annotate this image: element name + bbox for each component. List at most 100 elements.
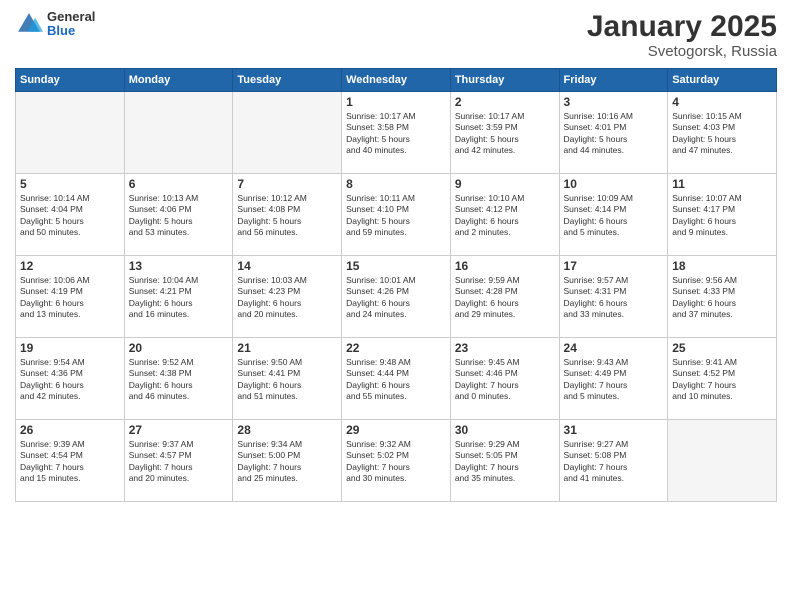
day-info: Sunrise: 9:39 AM Sunset: 4:54 PM Dayligh… [20,439,120,485]
header: General Blue January 2025 Svetogorsk, Ru… [15,10,777,60]
day-number: 10 [564,177,664,191]
calendar-week-5: 26Sunrise: 9:39 AM Sunset: 4:54 PM Dayli… [16,420,777,502]
day-number: 18 [672,259,772,273]
calendar-cell: 26Sunrise: 9:39 AM Sunset: 4:54 PM Dayli… [16,420,125,502]
day-number: 9 [455,177,555,191]
day-number: 2 [455,95,555,109]
day-number: 22 [346,341,446,355]
calendar-cell: 6 Sunrise: 10:13 AM Sunset: 4:06 PM Dayli… [124,174,233,256]
calendar-cell: 19 Sunrise: 9:54 AM Sunset: 4:36 PM Dayli… [16,338,125,420]
calendar-cell: 31 Sunrise: 9:27 AM Sunset: 5:08 PM Dayli… [559,420,668,502]
day-number: 16 [455,259,555,273]
calendar-cell: 17 Sunrise: 9:57 AM Sunset: 4:31 PM Dayli… [559,256,668,338]
day-number: 5 [20,177,120,191]
day-number: 12 [20,259,120,273]
day-number: 8 [346,177,446,191]
subtitle: Svetogorsk, Russia [587,43,777,60]
day-info: Sunrise: 9:48 AM Sunset: 4:44 PM Dayligh… [346,357,446,403]
calendar-week-3: 12 Sunrise: 10:06 AM Sunset: 4:19 PM Dayl… [16,256,777,338]
day-number: 6 [129,177,229,191]
day-info: Sunrise: 9:57 AM Sunset: 4:31 PM Dayligh… [564,275,664,321]
day-info: Sunrise: 10:06 AM Sunset: 4:19 PM Daylig… [20,275,120,321]
calendar-week-4: 19 Sunrise: 9:54 AM Sunset: 4:36 PM Dayli… [16,338,777,420]
day-number: 11 [672,177,772,191]
col-tuesday: Tuesday [233,69,342,92]
day-number: 14 [237,259,337,273]
day-number: 28 [237,423,337,437]
day-info: Sunrise: 10:14 AM Sunset: 4:04 PM Daylig… [20,193,120,239]
col-friday: Friday [559,69,668,92]
col-monday: Monday [124,69,233,92]
day-number: 19 [20,341,120,355]
day-info: Sunrise: 9:37 AM Sunset: 4:57 PM Dayligh… [129,439,229,485]
day-number: 29 [346,423,446,437]
calendar-cell: 10 Sunrise: 10:09 AM Sunset: 4:14 PM Dayl… [559,174,668,256]
calendar-cell: 7 Sunrise: 10:12 AM Sunset: 4:08 PM Dayli… [233,174,342,256]
calendar-cell: 2 Sunrise: 10:17 AM Sunset: 3:59 PM Dayli… [450,92,559,174]
day-number: 30 [455,423,555,437]
calendar-cell: 13Sunrise: 10:04 AM Sunset: 4:21 PM Dayl… [124,256,233,338]
day-number: 15 [346,259,446,273]
day-info: Sunrise: 9:32 AM Sunset: 5:02 PM Dayligh… [346,439,446,485]
calendar-cell: 3 Sunrise: 10:16 AM Sunset: 4:01 PM Dayli… [559,92,668,174]
day-number: 1 [346,95,446,109]
day-info: Sunrise: 10:09 AM Sunset: 4:14 PM Daylig… [564,193,664,239]
calendar-cell: 11 Sunrise: 10:07 AM Sunset: 4:17 PM Dayl… [668,174,777,256]
day-info: Sunrise: 9:29 AM Sunset: 5:05 PM Dayligh… [455,439,555,485]
day-info: Sunrise: 10:17 AM Sunset: 3:58 PM Daylig… [346,111,446,157]
calendar-cell: 28 Sunrise: 9:34 AM Sunset: 5:00 PM Dayli… [233,420,342,502]
logo-general: General [47,10,95,24]
logo-icon [15,10,43,38]
day-number: 3 [564,95,664,109]
calendar-week-2: 5 Sunrise: 10:14 AM Sunset: 4:04 PM Dayli… [16,174,777,256]
day-number: 25 [672,341,772,355]
day-info: Sunrise: 9:52 AM Sunset: 4:38 PM Dayligh… [129,357,229,403]
day-number: 13 [129,259,229,273]
day-info: Sunrise: 9:50 AM Sunset: 4:41 PM Dayligh… [237,357,337,403]
title-block: January 2025 Svetogorsk, Russia [587,10,777,60]
calendar-cell: 24Sunrise: 9:43 AM Sunset: 4:49 PM Dayli… [559,338,668,420]
day-info: Sunrise: 9:34 AM Sunset: 5:00 PM Dayligh… [237,439,337,485]
day-info: Sunrise: 9:27 AM Sunset: 5:08 PM Dayligh… [564,439,664,485]
day-number: 21 [237,341,337,355]
day-number: 27 [129,423,229,437]
day-info: Sunrise: 10:03 AM Sunset: 4:23 PM Daylig… [237,275,337,321]
calendar-cell: 12 Sunrise: 10:06 AM Sunset: 4:19 PM Dayl… [16,256,125,338]
logo-text: General Blue [47,10,95,39]
day-info: Sunrise: 9:56 AM Sunset: 4:33 PM Dayligh… [672,275,772,321]
day-info: Sunrise: 10:13 AM Sunset: 4:06 PM Daylig… [129,193,229,239]
day-number: 23 [455,341,555,355]
day-number: 17 [564,259,664,273]
calendar-cell: 16 Sunrise: 9:59 AM Sunset: 4:28 PM Dayli… [450,256,559,338]
calendar-cell: 23Sunrise: 9:45 AM Sunset: 4:46 PM Dayli… [450,338,559,420]
day-number: 7 [237,177,337,191]
day-info: Sunrise: 9:54 AM Sunset: 4:36 PM Dayligh… [20,357,120,403]
day-info: Sunrise: 10:12 AM Sunset: 4:08 PM Daylig… [237,193,337,239]
calendar-cell: 21 Sunrise: 9:50 AM Sunset: 4:41 PM Dayli… [233,338,342,420]
day-number: 4 [672,95,772,109]
page: General Blue January 2025 Svetogorsk, Ru… [0,0,792,612]
calendar-cell: 27 Sunrise: 9:37 AM Sunset: 4:57 PM Dayli… [124,420,233,502]
day-info: Sunrise: 10:16 AM Sunset: 4:01 PM Daylig… [564,111,664,157]
day-info: Sunrise: 10:11 AM Sunset: 4:10 PM Daylig… [346,193,446,239]
calendar-cell [233,92,342,174]
day-info: Sunrise: 10:17 AM Sunset: 3:59 PM Daylig… [455,111,555,157]
calendar-cell: 18 Sunrise: 9:56 AM Sunset: 4:33 PM Dayli… [668,256,777,338]
day-info: Sunrise: 10:07 AM Sunset: 4:17 PM Daylig… [672,193,772,239]
calendar-cell: 30 Sunrise: 9:29 AM Sunset: 5:05 PM Dayli… [450,420,559,502]
calendar-table: Sunday Monday Tuesday Wednesday Thursday… [15,68,777,502]
calendar-cell: 22 Sunrise: 9:48 AM Sunset: 4:44 PM Dayli… [342,338,451,420]
calendar-cell: 15Sunrise: 10:01 AM Sunset: 4:26 PM Dayl… [342,256,451,338]
day-info: Sunrise: 9:59 AM Sunset: 4:28 PM Dayligh… [455,275,555,321]
calendar-cell: 5 Sunrise: 10:14 AM Sunset: 4:04 PM Dayli… [16,174,125,256]
day-info: Sunrise: 9:43 AM Sunset: 4:49 PM Dayligh… [564,357,664,403]
day-info: Sunrise: 10:15 AM Sunset: 4:03 PM Daylig… [672,111,772,157]
month-title: January 2025 [587,10,777,43]
day-number: 31 [564,423,664,437]
logo: General Blue [15,10,95,39]
day-number: 20 [129,341,229,355]
calendar-cell [668,420,777,502]
calendar-cell: 9 Sunrise: 10:10 AM Sunset: 4:12 PM Dayli… [450,174,559,256]
day-info: Sunrise: 10:10 AM Sunset: 4:12 PM Daylig… [455,193,555,239]
calendar-cell: 4 Sunrise: 10:15 AM Sunset: 4:03 PM Dayli… [668,92,777,174]
